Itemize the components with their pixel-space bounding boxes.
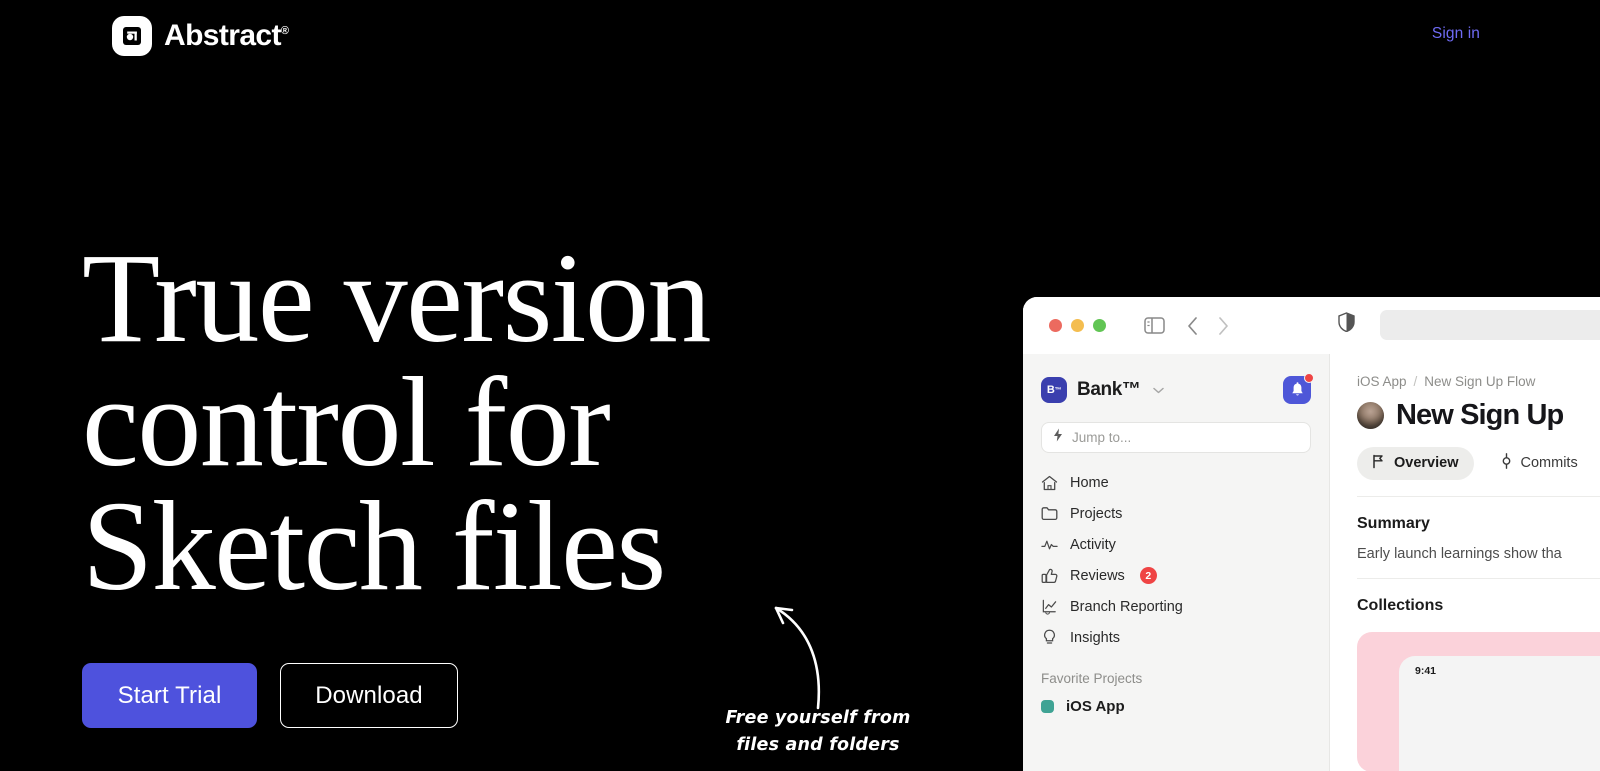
avatar xyxy=(1357,402,1384,429)
project-label: iOS App xyxy=(1066,698,1125,715)
sidebar-item-label: Home xyxy=(1070,474,1109,491)
status-badge: 2 xyxy=(1139,567,1157,584)
phone-mockup: 9:41 xyxy=(1399,656,1600,771)
notifications-button[interactable] xyxy=(1283,373,1314,404)
abstract-logo-icon xyxy=(112,16,152,56)
sidebar-toggle-icon[interactable] xyxy=(1144,317,1165,334)
branch-icon xyxy=(1372,454,1385,473)
brand-name-text: Abstract xyxy=(164,19,282,52)
site-header: Abstract® Sign in xyxy=(0,0,1600,72)
workspace-logo-icon: B ™ xyxy=(1041,377,1067,403)
sidebar-item-activity[interactable]: Activity xyxy=(1023,529,1329,560)
sidebar-item-label: Insights xyxy=(1070,629,1120,646)
sidebar-item-label: Branch Reporting xyxy=(1070,598,1183,615)
maximize-green-icon[interactable] xyxy=(1093,319,1106,332)
tab-overview[interactable]: Overview xyxy=(1357,446,1474,480)
hero-annotation: Free yourself from files and folders xyxy=(700,590,930,771)
summary-body: Early launch learnings show tha xyxy=(1357,546,1562,562)
branch-title: New Sign Up xyxy=(1396,399,1564,431)
content-divider xyxy=(1357,496,1600,497)
app-body: B ™ Bank™ Jump to... Home Projects Activ… xyxy=(1023,354,1600,771)
breadcrumb-parent[interactable]: iOS App xyxy=(1357,374,1407,389)
lightbulb-icon xyxy=(1041,629,1058,646)
commit-node-icon xyxy=(1501,453,1512,473)
folder-icon xyxy=(1041,505,1058,522)
workspace-name: Bank™ xyxy=(1077,379,1141,400)
app-sidebar: B ™ Bank™ Jump to... Home Projects Activ… xyxy=(1023,354,1330,771)
tab-label: Commits xyxy=(1520,455,1578,471)
brand-trademark: ® xyxy=(280,25,289,37)
phone-status-time: 9:41 xyxy=(1415,665,1437,677)
workspace-trademark: ™ xyxy=(1054,386,1062,394)
brand-logo[interactable]: Abstract® xyxy=(112,16,289,56)
breadcrumb: iOS App / New Sign Up Flow xyxy=(1357,374,1600,389)
app-window-mockup: a B™ Bank™ xyxy=(1023,297,1600,771)
search-input[interactable]: Jump to... xyxy=(1041,422,1311,453)
traffic-lights[interactable] xyxy=(1049,319,1106,332)
tab-commits[interactable]: Commits xyxy=(1486,446,1593,480)
hero-section: True version control for Sketch files xyxy=(82,227,942,618)
sidebar-item-projects[interactable]: Projects xyxy=(1023,498,1329,529)
breadcrumb-separator: / xyxy=(1413,374,1418,389)
collections-heading: Collections xyxy=(1357,597,1444,614)
branch-chart-icon xyxy=(1041,598,1058,615)
tab-label: Overview xyxy=(1394,455,1459,471)
cta-buttons: Start Trial Download xyxy=(82,663,458,728)
workspace-initial: B xyxy=(1046,384,1055,396)
close-red-icon[interactable] xyxy=(1049,319,1062,332)
project-color-swatch xyxy=(1041,700,1054,713)
favorite-projects-label: Favorite Projects xyxy=(1041,671,1143,686)
lightning-bolt-icon xyxy=(1053,428,1063,447)
download-button[interactable]: Download xyxy=(280,663,458,728)
chevron-down-icon[interactable] xyxy=(1153,381,1165,399)
landing-page: Abstract® Sign in True version control f… xyxy=(0,0,1600,771)
sign-in-link[interactable]: Sign in xyxy=(1432,25,1480,43)
sidebar-item-label: Projects xyxy=(1070,505,1123,522)
sidebar-item-home[interactable]: Home xyxy=(1023,467,1329,498)
shield-icon[interactable] xyxy=(1338,312,1355,337)
app-content: iOS App / New Sign Up Flow New Sign Up O… xyxy=(1330,354,1600,771)
content-tabs: Overview Commits xyxy=(1357,446,1600,480)
sidebar-item-branch-reporting[interactable]: Branch Reporting xyxy=(1023,591,1329,622)
summary-divider xyxy=(1357,578,1600,579)
collection-card[interactable]: 9:41 xyxy=(1357,632,1600,771)
sidebar-nav: Home Projects Activity Reviews 2 Branch … xyxy=(1023,467,1329,653)
list-item[interactable]: iOS App xyxy=(1023,692,1329,721)
url-bar[interactable]: a xyxy=(1380,310,1600,340)
chevron-right-icon[interactable] xyxy=(1218,316,1229,335)
minimize-yellow-icon[interactable] xyxy=(1071,319,1084,332)
activity-pulse-icon xyxy=(1041,536,1058,553)
home-icon xyxy=(1041,474,1058,491)
sidebar-item-label: Activity xyxy=(1070,536,1116,553)
summary-heading: Summary xyxy=(1357,515,1430,532)
breadcrumb-current: New Sign Up Flow xyxy=(1424,374,1536,389)
workspace-switcher[interactable]: B ™ Bank™ xyxy=(1023,354,1329,404)
sidebar-item-label: Reviews xyxy=(1070,567,1125,584)
chevron-left-icon[interactable] xyxy=(1187,316,1198,335)
sidebar-item-insights[interactable]: Insights xyxy=(1023,622,1329,653)
branch-title-row: New Sign Up xyxy=(1357,399,1600,432)
sidebar-item-reviews[interactable]: Reviews 2 xyxy=(1023,560,1329,591)
notification-dot xyxy=(1304,373,1314,383)
search-placeholder: Jump to... xyxy=(1072,430,1132,445)
thumbs-up-icon xyxy=(1041,567,1058,584)
start-trial-button[interactable]: Start Trial xyxy=(82,663,257,728)
annotation-text: Free yourself from files and folders xyxy=(725,708,911,756)
page-title: True version control for Sketch files xyxy=(82,227,711,618)
window-titlebar: a xyxy=(1023,297,1600,354)
